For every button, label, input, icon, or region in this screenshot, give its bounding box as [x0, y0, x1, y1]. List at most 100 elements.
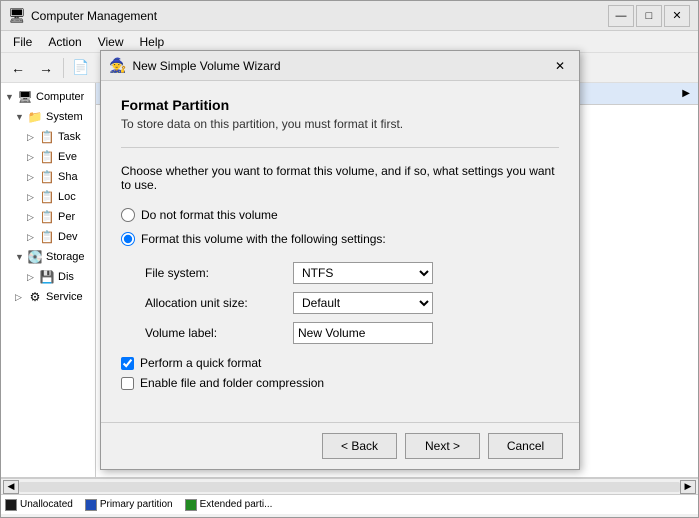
- sidebar-item-per[interactable]: ▷ 📋 Per: [1, 207, 95, 227]
- sidebar-item-system[interactable]: ▼ 📁 System: [1, 107, 95, 127]
- sidebar-item-service-label: Service: [46, 291, 83, 303]
- format-radio[interactable]: [121, 232, 135, 246]
- task-icon: 📋: [39, 129, 55, 145]
- tree-arrow-system: ▼: [15, 112, 27, 122]
- menu-view[interactable]: View: [90, 33, 132, 51]
- sidebar-item-dev-label: Dev: [58, 231, 78, 243]
- sidebar-item-sha[interactable]: ▷ 📋 Sha: [1, 167, 95, 187]
- maximize-button[interactable]: □: [636, 5, 662, 27]
- sidebar-item-sha-label: Sha: [58, 171, 78, 183]
- sidebar-item-dev[interactable]: ▷ 📋 Dev: [1, 227, 95, 247]
- sha-icon: 📋: [39, 169, 55, 185]
- sidebar-item-loc[interactable]: ▷ 📋 Loc: [1, 187, 95, 207]
- format-label[interactable]: Format this volume with the following se…: [141, 232, 386, 246]
- sidebar-item-dis[interactable]: ▷ 💾 Dis: [1, 267, 95, 287]
- dialog-body: Format Partition To store data on this p…: [101, 81, 579, 422]
- tree-arrow-dis: ▷: [27, 272, 39, 283]
- per-icon: 📋: [39, 209, 55, 225]
- sidebar-item-task[interactable]: ▷ 📋 Task: [1, 127, 95, 147]
- legend-primary-color: [85, 499, 97, 511]
- menu-action[interactable]: Action: [40, 33, 89, 51]
- dialog-description: Choose whether you want to format this v…: [121, 164, 559, 192]
- legend-primary: Primary partition: [85, 499, 173, 511]
- cm-scrollbar[interactable]: ◀ ▶: [1, 478, 698, 494]
- eve-icon: 📋: [39, 149, 55, 165]
- quick-format-label[interactable]: Perform a quick format: [140, 356, 261, 370]
- cm-titlebar-buttons: — □ ✕: [608, 5, 690, 27]
- dev-icon: 📋: [39, 229, 55, 245]
- legend-primary-label: Primary partition: [100, 499, 173, 510]
- legend-extended-label: Extended parti...: [200, 499, 273, 510]
- scroll-track[interactable]: [19, 482, 680, 492]
- compression-checkbox[interactable]: [121, 377, 134, 390]
- dialog-footer: < Back Next > Cancel: [101, 422, 579, 469]
- next-button[interactable]: Next >: [405, 433, 480, 459]
- properties-toolbar-button[interactable]: 📄: [68, 56, 94, 80]
- filesystem-select[interactable]: NTFS FAT32 exFAT: [293, 262, 433, 284]
- compression-option: Enable file and folder compression: [121, 376, 559, 390]
- sidebar-item-dis-label: Dis: [58, 271, 74, 283]
- legend-extended: Extended parti...: [185, 499, 273, 511]
- dialog-divider: [121, 147, 559, 148]
- format-option: Format this volume with the following se…: [121, 232, 559, 246]
- cm-bottom: ◀ ▶ Unallocated Primary partition Extend…: [1, 477, 698, 517]
- sidebar-item-task-label: Task: [58, 131, 81, 143]
- forward-toolbar-button[interactable]: →: [33, 56, 59, 80]
- cm-window-icon: 🖥: [9, 8, 25, 24]
- tree-arrow-eve: ▷: [27, 152, 39, 163]
- scroll-right-btn[interactable]: ▶: [680, 480, 696, 494]
- sidebar-item-computer[interactable]: ▼ 🖥 Computer: [1, 87, 95, 107]
- tree-arrow-storage: ▼: [15, 252, 27, 262]
- sidebar-item-loc-label: Loc: [58, 191, 76, 203]
- back-toolbar-button[interactable]: ←: [5, 56, 31, 80]
- tree-arrow-sha: ▷: [27, 172, 39, 183]
- toolbar-separator: [63, 58, 64, 78]
- allocation-select-wrapper: Default 512 1024 2048 4096: [293, 292, 559, 314]
- computer-icon: 🖥: [17, 89, 33, 105]
- compression-label[interactable]: Enable file and folder compression: [140, 376, 324, 390]
- format-radio-group: Do not format this volume Format this vo…: [121, 208, 559, 246]
- cm-titlebar: 🖥 Computer Management — □ ✕: [1, 1, 698, 31]
- sidebar-item-eve-label: Eve: [58, 151, 77, 163]
- filesystem-label: File system:: [145, 266, 285, 280]
- sidebar-item-service[interactable]: ▷ ⚙ Service: [1, 287, 95, 307]
- quick-format-checkbox[interactable]: [121, 357, 134, 370]
- disk-legend-bar: Unallocated Primary partition Extended p…: [1, 494, 698, 514]
- storage-icon: 💽: [27, 249, 43, 265]
- dialog-section-subtitle: To store data on this partition, you mus…: [121, 117, 559, 131]
- cancel-button[interactable]: Cancel: [488, 433, 563, 459]
- sidebar-item-per-label: Per: [58, 211, 75, 223]
- dialog-close-button[interactable]: ✕: [549, 55, 571, 77]
- tree-arrow-dev: ▷: [27, 232, 39, 243]
- sidebar-item-computer-label: Computer: [36, 91, 84, 103]
- tree-arrow-service: ▷: [15, 292, 27, 303]
- sidebar-item-storage[interactable]: ▼ 💽 Storage: [1, 247, 95, 267]
- menu-file[interactable]: File: [5, 33, 40, 51]
- no-format-radio[interactable]: [121, 208, 135, 222]
- sidebar-item-system-label: System: [46, 111, 83, 123]
- tree-arrow-task: ▷: [27, 132, 39, 143]
- cm-sidebar: ▼ 🖥 Computer ▼ 📁 System ▷ 📋 Task ▷: [1, 83, 96, 477]
- menu-help[interactable]: Help: [132, 33, 173, 51]
- allocation-select[interactable]: Default 512 1024 2048 4096: [293, 292, 433, 314]
- system-icon: 📁: [27, 109, 43, 125]
- scroll-left-btn[interactable]: ◀: [3, 480, 19, 494]
- sidebar-item-eve[interactable]: ▷ 📋 Eve: [1, 147, 95, 167]
- volume-label-input[interactable]: [293, 322, 433, 344]
- cm-window-title: Computer Management: [31, 9, 608, 23]
- close-button[interactable]: ✕: [664, 5, 690, 27]
- wizard-dialog: 🧙 New Simple Volume Wizard ✕ Format Part…: [100, 50, 580, 470]
- back-button[interactable]: < Back: [322, 433, 397, 459]
- legend-extended-color: [185, 499, 197, 511]
- no-format-label[interactable]: Do not format this volume: [141, 208, 278, 222]
- dialog-title: New Simple Volume Wizard: [132, 59, 549, 73]
- legend-unallocated-label: Unallocated: [20, 499, 73, 510]
- legend-unallocated-color: [5, 499, 17, 511]
- volume-label-label: Volume label:: [145, 326, 285, 340]
- panel-scroll-right[interactable]: ▶: [680, 86, 692, 101]
- minimize-button[interactable]: —: [608, 5, 634, 27]
- dialog-icon: 🧙: [109, 57, 126, 74]
- service-icon: ⚙: [27, 289, 43, 305]
- format-settings-grid: File system: NTFS FAT32 exFAT Allocation…: [145, 262, 559, 344]
- tree-arrow-per: ▷: [27, 212, 39, 223]
